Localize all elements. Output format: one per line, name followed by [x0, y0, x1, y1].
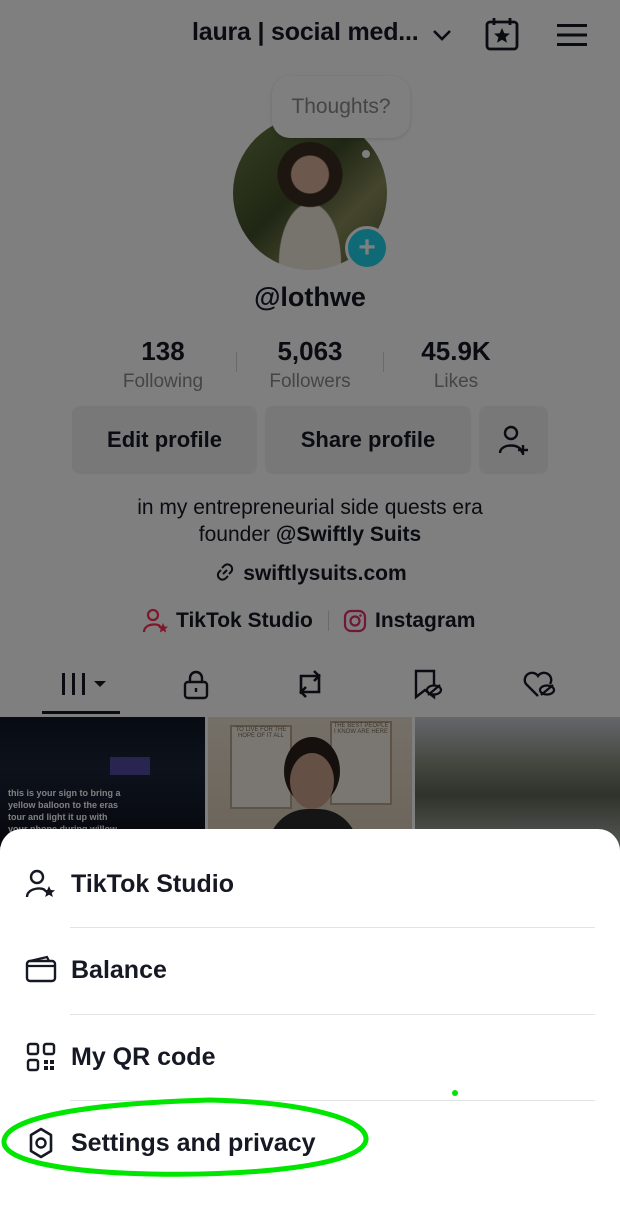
sheet-item-label: TikTok Studio — [71, 869, 234, 898]
person-star-icon — [25, 868, 57, 900]
sheet-item-label: My QR code — [71, 1042, 216, 1071]
profile-page: laura | social med... Thoughts? + @lothw… — [0, 0, 620, 1213]
sheet-item-label: Balance — [71, 955, 167, 984]
annotation-dot — [452, 1090, 458, 1096]
highlight-ellipse — [1, 1097, 369, 1177]
wallet-icon — [25, 954, 57, 986]
qr-code-icon — [25, 1041, 57, 1073]
sheet-item-balance[interactable]: Balance — [25, 927, 595, 1013]
sheet-item-qr-code[interactable]: My QR code — [25, 1014, 595, 1100]
sheet-item-tiktok-studio[interactable]: TikTok Studio — [25, 841, 595, 927]
